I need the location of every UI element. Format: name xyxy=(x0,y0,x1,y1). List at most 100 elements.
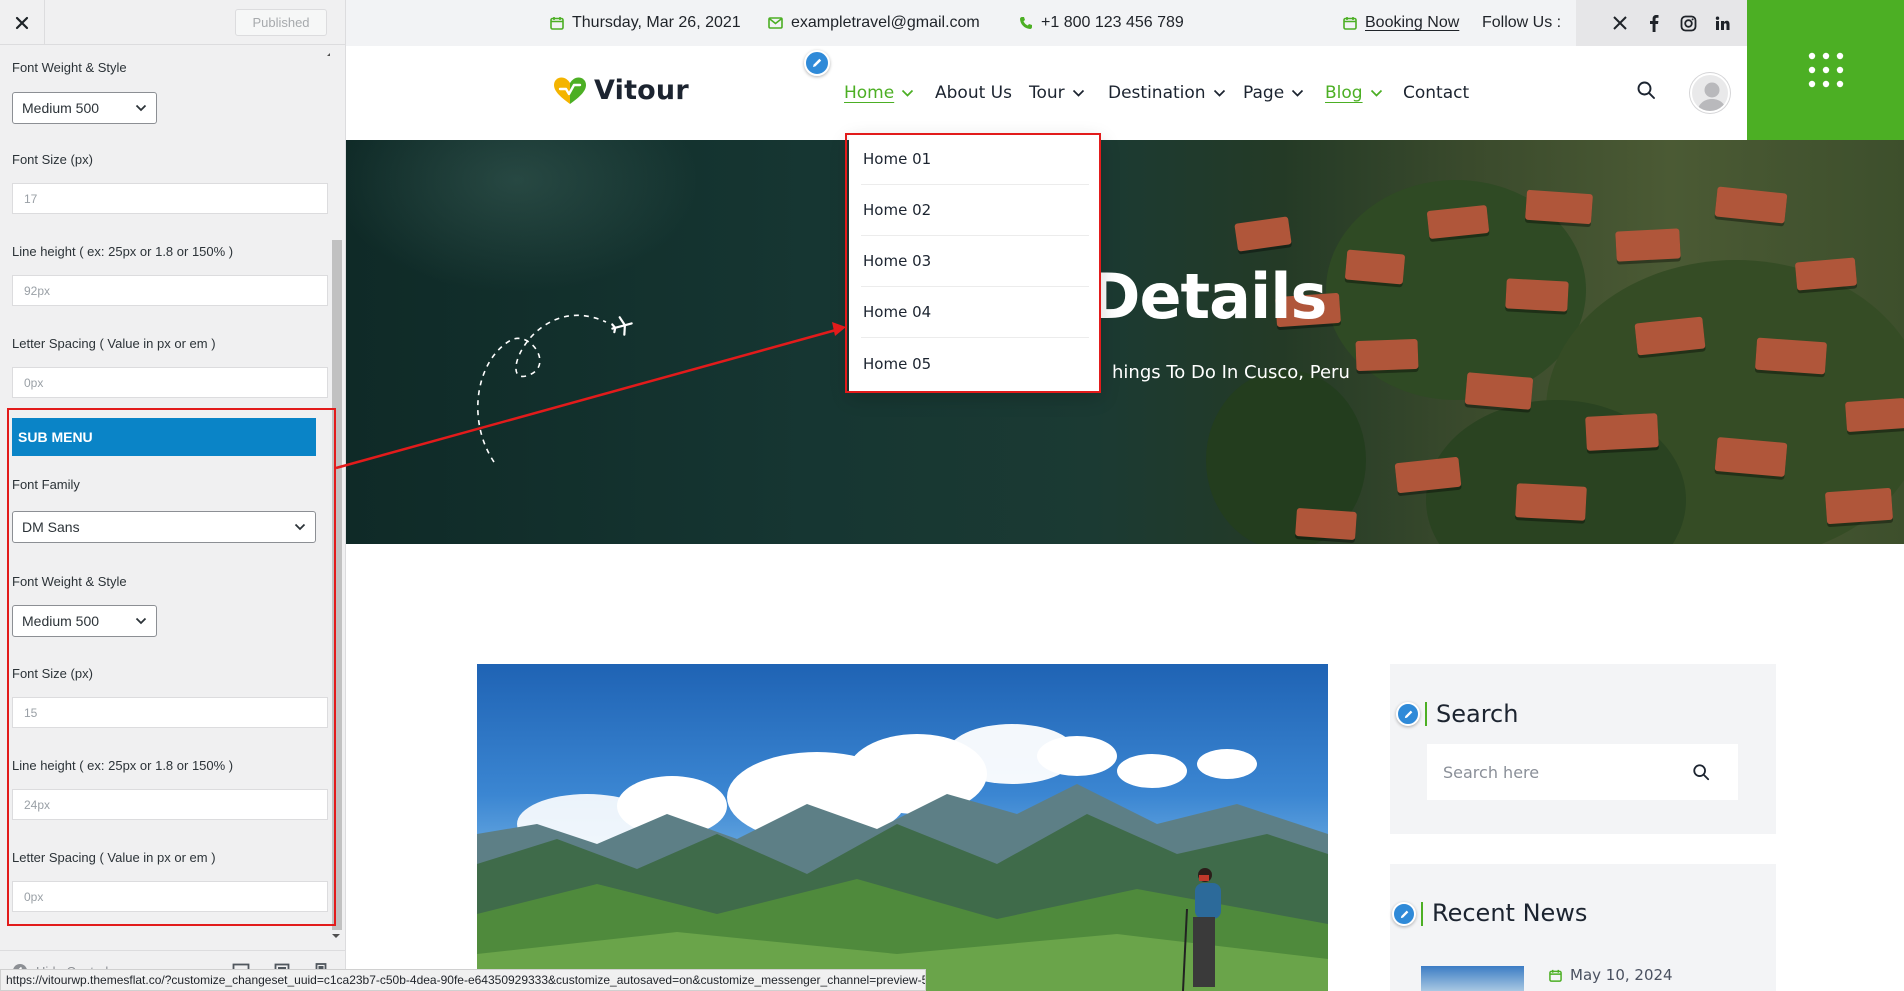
topbar-email-text: exampletravel@gmail.com xyxy=(791,14,980,31)
recent-news-widget-title: Recent News xyxy=(1432,899,1588,927)
calendar-icon xyxy=(1549,969,1562,982)
close-customizer-button[interactable] xyxy=(0,0,45,45)
pencil-icon xyxy=(813,58,822,67)
nav-label-destination: Destination xyxy=(1108,83,1206,103)
social-links xyxy=(1576,0,1752,46)
submenu-font-family-select[interactable]: DM Sans xyxy=(12,511,316,543)
submenu-item-home-05[interactable]: Home 05 xyxy=(861,338,1089,389)
nav-item-contact[interactable]: Contact xyxy=(1403,82,1469,104)
topbar-date-text: Thursday, Mar 26, 2021 xyxy=(572,14,741,31)
nav-label-blog: Blog xyxy=(1325,83,1363,103)
topbar-date: Thursday, Mar 26, 2021 xyxy=(550,0,741,46)
hero-subtitle: hings To Do In Cusco, Peru xyxy=(1112,362,1350,383)
chevron-down-icon xyxy=(135,104,147,112)
booking-now-text: Booking Now xyxy=(1365,14,1460,31)
nav-label-page: Page xyxy=(1243,83,1285,103)
submenu-line-height-input[interactable]: 24px xyxy=(12,789,328,820)
site-header: Vitour Home About Us Tour Destination Pa… xyxy=(346,46,1747,140)
header-search-button[interactable] xyxy=(1636,80,1660,104)
chevron-down-icon xyxy=(294,523,306,531)
nav-item-blog[interactable]: Blog xyxy=(1325,82,1383,104)
submenu-font-family-value: DM Sans xyxy=(22,519,80,535)
recent-news-thumbnail[interactable] xyxy=(1421,966,1524,991)
edit-search-widget-button[interactable] xyxy=(1396,702,1420,726)
sub-menu-section-header: SUB MENU xyxy=(12,418,316,456)
customizer-header: Published xyxy=(0,0,345,45)
line-height-input[interactable]: 92px xyxy=(12,275,328,306)
search-icon xyxy=(1693,764,1710,781)
site-preview: Thursday, Mar 26, 2021 exampletravel@gma… xyxy=(346,0,1904,991)
font-weight-label: Font Weight & Style xyxy=(12,60,127,75)
submenu-item-home-02[interactable]: Home 02 xyxy=(861,185,1089,236)
heart-logo-icon xyxy=(554,77,586,104)
chevron-down-icon xyxy=(135,617,147,625)
x-icon[interactable] xyxy=(1610,13,1630,33)
home-submenu-dropdown: Home 01 Home 02 Home 03 Home 04 Home 05 xyxy=(849,134,1101,392)
recent-news-date-text: May 10, 2024 xyxy=(1570,966,1673,984)
font-size-input[interactable]: 17 xyxy=(12,183,328,214)
submenu-item-home-04[interactable]: Home 04 xyxy=(861,287,1089,338)
nav-label-about-us: About Us xyxy=(935,83,1012,103)
user-avatar[interactable] xyxy=(1690,73,1730,113)
submenu-letter-spacing-input[interactable]: 0px xyxy=(12,881,328,912)
booking-now-link[interactable]: Booking Now xyxy=(1343,0,1459,46)
nav-item-page[interactable]: Page xyxy=(1243,82,1304,104)
menu-grid-button[interactable] xyxy=(1747,0,1904,140)
submenu-font-size-input[interactable]: 15 xyxy=(12,697,328,728)
submenu-font-size-label: Font Size (px) xyxy=(12,666,93,681)
scroll-down-arrow-icon[interactable] xyxy=(331,932,341,940)
search-title-accent xyxy=(1425,702,1427,726)
submenu-font-weight-label: Font Weight & Style xyxy=(12,574,127,589)
search-submit-button[interactable] xyxy=(1692,763,1710,781)
topbar-email[interactable]: exampletravel@gmail.com xyxy=(768,0,980,46)
pencil-icon xyxy=(1400,910,1408,918)
logo-text: Vitour xyxy=(594,75,689,106)
pencil-icon xyxy=(1404,710,1412,718)
nav-item-home[interactable]: Home xyxy=(844,82,914,104)
calendar-icon xyxy=(1343,17,1357,30)
instagram-icon[interactable] xyxy=(1678,13,1698,33)
submenu-item-home-01[interactable]: Home 01 xyxy=(861,134,1089,185)
published-button[interactable]: Published xyxy=(235,9,327,36)
font-weight-select[interactable]: Medium 500 xyxy=(12,92,157,124)
linkedin-icon[interactable] xyxy=(1712,13,1732,33)
nav-item-tour[interactable]: Tour xyxy=(1029,82,1085,104)
edit-recent-news-widget-button[interactable] xyxy=(1392,902,1416,926)
font-weight-select-value: Medium 500 xyxy=(22,100,100,116)
edit-shortcut-button[interactable] xyxy=(804,50,830,76)
submenu-font-weight-value: Medium 500 xyxy=(22,613,100,629)
nav-item-destination[interactable]: Destination xyxy=(1108,82,1226,104)
chevron-down-icon xyxy=(1370,89,1382,97)
mail-icon xyxy=(768,17,783,29)
top-info-bar: Thursday, Mar 26, 2021 exampletravel@gma… xyxy=(346,0,1904,46)
topbar-phone[interactable]: +1 800 123 456 789 xyxy=(1019,0,1184,46)
font-size-label: Font Size (px) xyxy=(12,152,93,167)
page-hero-banner: Details hings To Do In Cusco, Peru xyxy=(346,140,1904,544)
submenu-line-height-label: Line height ( ex: 25px or 1.8 or 150% ) xyxy=(12,758,234,773)
submenu-item-home-03[interactable]: Home 03 xyxy=(861,236,1089,287)
hero-title: Details xyxy=(1089,260,1327,333)
mountain-landscape xyxy=(477,784,1328,991)
browser-status-bar: https://vitourwp.themesflat.co/?customiz… xyxy=(0,969,926,991)
customizer-panel: Published Font Weight & Style Medium 500… xyxy=(0,0,346,991)
submenu-font-weight-select[interactable]: Medium 500 xyxy=(12,605,157,637)
phone-icon xyxy=(1020,17,1032,29)
chevron-down-icon xyxy=(1213,89,1225,97)
facebook-icon[interactable] xyxy=(1644,13,1664,33)
nav-item-about-us[interactable]: About Us xyxy=(935,82,1012,104)
grid-dots-icon xyxy=(1808,52,1843,88)
site-logo[interactable]: Vitour xyxy=(552,75,689,106)
submenu-font-family-label: Font Family xyxy=(12,477,80,492)
search-icon xyxy=(1637,81,1655,99)
chevron-down-icon xyxy=(902,89,914,97)
customizer-scrollbar-thumb[interactable] xyxy=(332,240,342,930)
calendar-icon xyxy=(550,17,564,30)
user-icon xyxy=(1697,82,1727,111)
search-widget-title: Search xyxy=(1436,700,1519,728)
chevron-down-icon xyxy=(1292,89,1304,97)
letter-spacing-input[interactable]: 0px xyxy=(12,367,328,398)
nav-label-contact: Contact xyxy=(1403,83,1470,103)
nav-label-tour: Tour xyxy=(1029,83,1065,103)
close-icon xyxy=(15,16,29,29)
blog-post-image xyxy=(477,664,1328,991)
